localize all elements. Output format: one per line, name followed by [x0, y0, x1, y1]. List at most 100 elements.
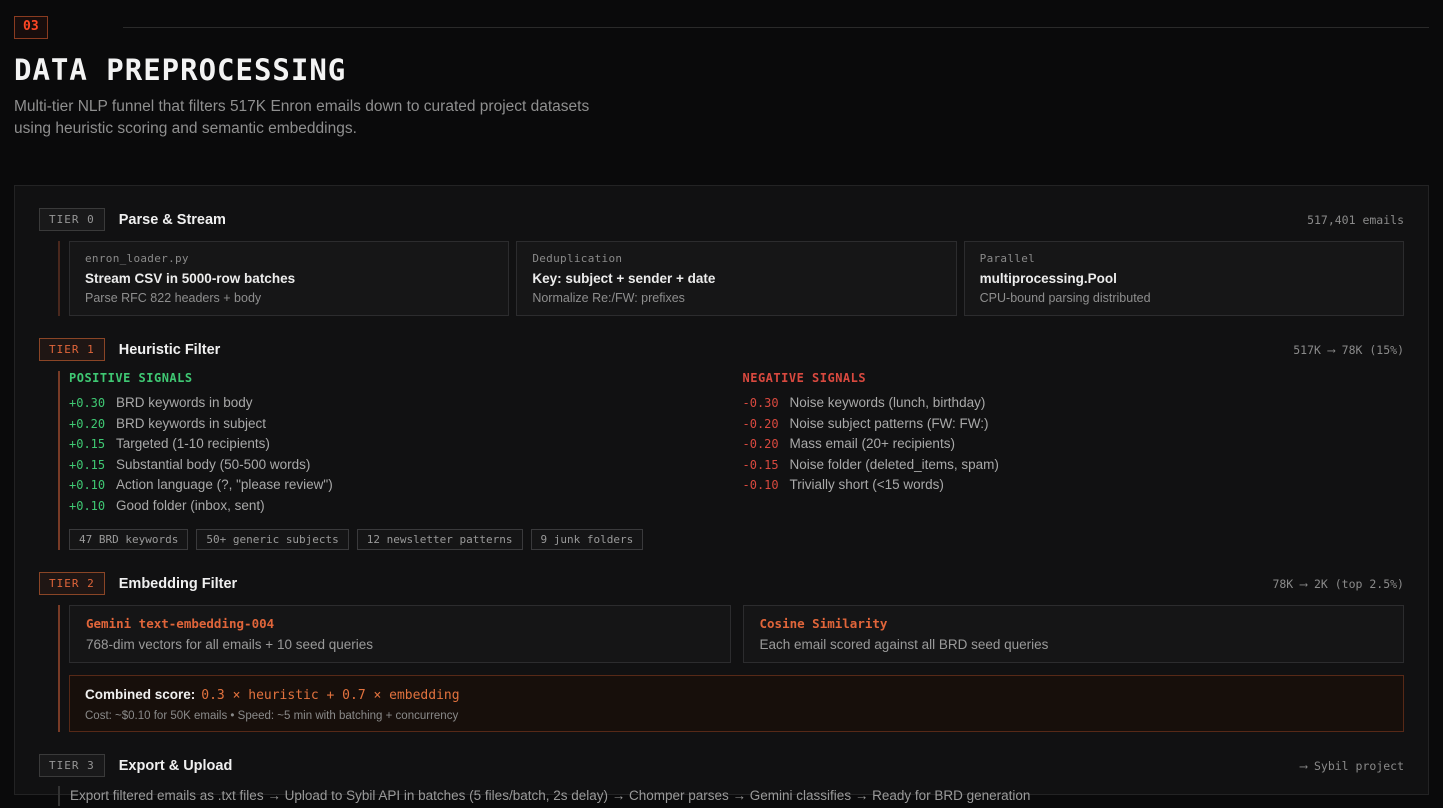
signal-value: +0.10: [69, 479, 116, 493]
signal-label: Substantial body (50-500 words): [116, 458, 310, 472]
signal-row: +0.10 Action language (?, "please review…: [69, 478, 731, 493]
signal-row: -0.20 Noise subject patterns (FW: FW:): [743, 417, 1405, 432]
card-title: multiprocessing.Pool: [980, 271, 1388, 286]
page-header: 03 DATA PREPROCESSING Multi-tier NLP fun…: [0, 0, 1443, 140]
tag-junk-folders: 9 junk folders: [531, 529, 644, 550]
tier-3-stat: ⟶ Sybil project: [1300, 759, 1404, 773]
tier-0-badge: TIER 0: [39, 208, 105, 231]
card-label: enron_loader.py: [85, 252, 493, 265]
signal-row: +0.20 BRD keywords in subject: [69, 417, 731, 432]
combined-score-line: Combined score: 0.3 × heuristic + 0.7 × e…: [85, 686, 1388, 704]
signal-label: Noise folder (deleted_items, spam): [790, 458, 999, 472]
card-desc: 768-dim vectors for all emails + 10 seed…: [86, 637, 714, 652]
tag-generic-subjects: 50+ generic subjects: [196, 529, 348, 550]
tier-3-pipeline-text: Export filtered emails as .txt files → U…: [58, 786, 1404, 806]
combined-score-formula: 0.3 × heuristic + 0.7 × embedding: [201, 688, 459, 703]
tier-1-title: Heuristic Filter: [119, 342, 221, 358]
signal-row: -0.30 Noise keywords (lunch, birthday): [743, 396, 1405, 411]
signal-row: +0.15 Substantial body (50-500 words): [69, 458, 731, 473]
subtitle-line-1: Multi-tier NLP funnel that filters 517K …: [14, 98, 589, 115]
signal-label: Action language (?, "please review"): [116, 478, 333, 492]
signal-value: +0.15: [69, 438, 116, 452]
section-badge-row: 03: [14, 14, 1429, 40]
card-title: Cosine Similarity: [760, 616, 1388, 631]
signal-row: +0.10 Good folder (inbox, sent): [69, 499, 731, 514]
card-desc: Each email scored against all BRD seed q…: [760, 637, 1388, 652]
page-subtitle: Multi-tier NLP funnel that filters 517K …: [14, 96, 1429, 140]
tier-2-cards: Gemini text-embedding-004 768-dim vector…: [69, 605, 1404, 663]
negative-signals-header: NEGATIVE SIGNALS: [743, 371, 1405, 385]
combined-score-box: Combined score: 0.3 × heuristic + 0.7 × e…: [69, 675, 1404, 732]
card-parallel: Parallel multiprocessing.Pool CPU-bound …: [964, 241, 1404, 316]
signal-label: BRD keywords in subject: [116, 417, 266, 431]
tier-0-header: TIER 0 Parse & Stream 517,401 emails: [39, 208, 1404, 231]
tier-0-section: TIER 0 Parse & Stream 517,401 emails enr…: [39, 208, 1404, 316]
card-desc: Normalize Re:/FW: prefixes: [532, 291, 940, 305]
signal-label: Mass email (20+ recipients): [790, 437, 955, 451]
tier-3-title: Export & Upload: [119, 758, 233, 774]
pipeline-panel: TIER 0 Parse & Stream 517,401 emails enr…: [14, 185, 1429, 795]
subtitle-line-2: using heuristic scoring and semantic emb…: [14, 120, 357, 137]
signal-value: +0.30: [69, 397, 116, 411]
page-title: DATA PREPROCESSING: [14, 53, 1429, 87]
signal-label: Targeted (1-10 recipients): [116, 437, 270, 451]
signal-value: +0.10: [69, 500, 116, 514]
positive-signals-header: POSITIVE SIGNALS: [69, 371, 731, 385]
card-enron-loader: enron_loader.py Stream CSV in 5000-row b…: [69, 241, 509, 316]
card-desc: Parse RFC 822 headers + body: [85, 291, 493, 305]
combined-score-label: Combined score:: [85, 687, 195, 702]
tier-0-cards: enron_loader.py Stream CSV in 5000-row b…: [69, 241, 1404, 316]
tier-3-header: TIER 3 Export & Upload ⟶ Sybil project: [39, 754, 1404, 777]
tier-1-stat: 517K ⟶ 78K (15%): [1293, 343, 1404, 357]
tier-1-section: TIER 1 Heuristic Filter 517K ⟶ 78K (15%)…: [39, 338, 1404, 550]
positive-signals-column: POSITIVE SIGNALS +0.30 BRD keywords in b…: [69, 371, 731, 519]
signal-label: Trivially short (<15 words): [790, 478, 944, 492]
card-title: Stream CSV in 5000-row batches: [85, 271, 493, 286]
heuristic-tag-list: 47 BRD keywords 50+ generic subjects 12 …: [69, 529, 1404, 550]
header-rule: [123, 27, 1429, 28]
signal-label: Noise subject patterns (FW: FW:): [790, 417, 989, 431]
tier-3-badge: TIER 3: [39, 754, 105, 777]
card-desc: CPU-bound parsing distributed: [980, 291, 1388, 305]
card-label: Deduplication: [532, 252, 940, 265]
tag-newsletter-patterns: 12 newsletter patterns: [357, 529, 523, 550]
tier-0-body: enron_loader.py Stream CSV in 5000-row b…: [58, 241, 1404, 316]
signal-columns: POSITIVE SIGNALS +0.30 BRD keywords in b…: [69, 371, 1404, 519]
signal-value: -0.20: [743, 438, 790, 452]
card-title: Gemini text-embedding-004: [86, 616, 714, 631]
card-title: Key: subject + sender + date: [532, 271, 940, 286]
tier-2-stat: 78K ⟶ 2K (top 2.5%): [1272, 577, 1404, 591]
signal-value: -0.30: [743, 397, 790, 411]
tier-0-title: Parse & Stream: [119, 212, 226, 228]
signal-value: -0.20: [743, 418, 790, 432]
signal-row: -0.15 Noise folder (deleted_items, spam): [743, 458, 1405, 473]
card-cosine-similarity: Cosine Similarity Each email scored agai…: [743, 605, 1405, 663]
tier-1-badge: TIER 1: [39, 338, 105, 361]
combined-score-note: Cost: ~$0.10 for 50K emails • Speed: ~5 …: [85, 710, 1388, 722]
tier-1-body: POSITIVE SIGNALS +0.30 BRD keywords in b…: [58, 371, 1404, 550]
section-number-badge: 03: [14, 16, 48, 39]
signal-row: +0.30 BRD keywords in body: [69, 396, 731, 411]
card-gemini-embedding: Gemini text-embedding-004 768-dim vector…: [69, 605, 731, 663]
card-deduplication: Deduplication Key: subject + sender + da…: [516, 241, 956, 316]
tier-2-title: Embedding Filter: [119, 576, 237, 592]
card-label: Parallel: [980, 252, 1388, 265]
signal-value: +0.15: [69, 459, 116, 473]
signal-value: -0.15: [743, 459, 790, 473]
tier-2-section: TIER 2 Embedding Filter 78K ⟶ 2K (top 2.…: [39, 572, 1404, 732]
signal-label: Noise keywords (lunch, birthday): [790, 396, 986, 410]
signal-value: -0.10: [743, 479, 790, 493]
tier-3-section: TIER 3 Export & Upload ⟶ Sybil project E…: [39, 754, 1404, 806]
signal-row: -0.10 Trivially short (<15 words): [743, 478, 1405, 493]
tier-2-body: Gemini text-embedding-004 768-dim vector…: [58, 605, 1404, 732]
signal-label: BRD keywords in body: [116, 396, 253, 410]
negative-signals-column: NEGATIVE SIGNALS -0.30 Noise keywords (l…: [743, 371, 1405, 519]
signal-label: Good folder (inbox, sent): [116, 499, 265, 513]
tag-brd-keywords: 47 BRD keywords: [69, 529, 188, 550]
tier-0-stat: 517,401 emails: [1307, 213, 1404, 227]
signal-row: -0.20 Mass email (20+ recipients): [743, 437, 1405, 452]
tier-1-header: TIER 1 Heuristic Filter 517K ⟶ 78K (15%): [39, 338, 1404, 361]
tier-2-badge: TIER 2: [39, 572, 105, 595]
signal-value: +0.20: [69, 418, 116, 432]
tier-2-header: TIER 2 Embedding Filter 78K ⟶ 2K (top 2.…: [39, 572, 1404, 595]
